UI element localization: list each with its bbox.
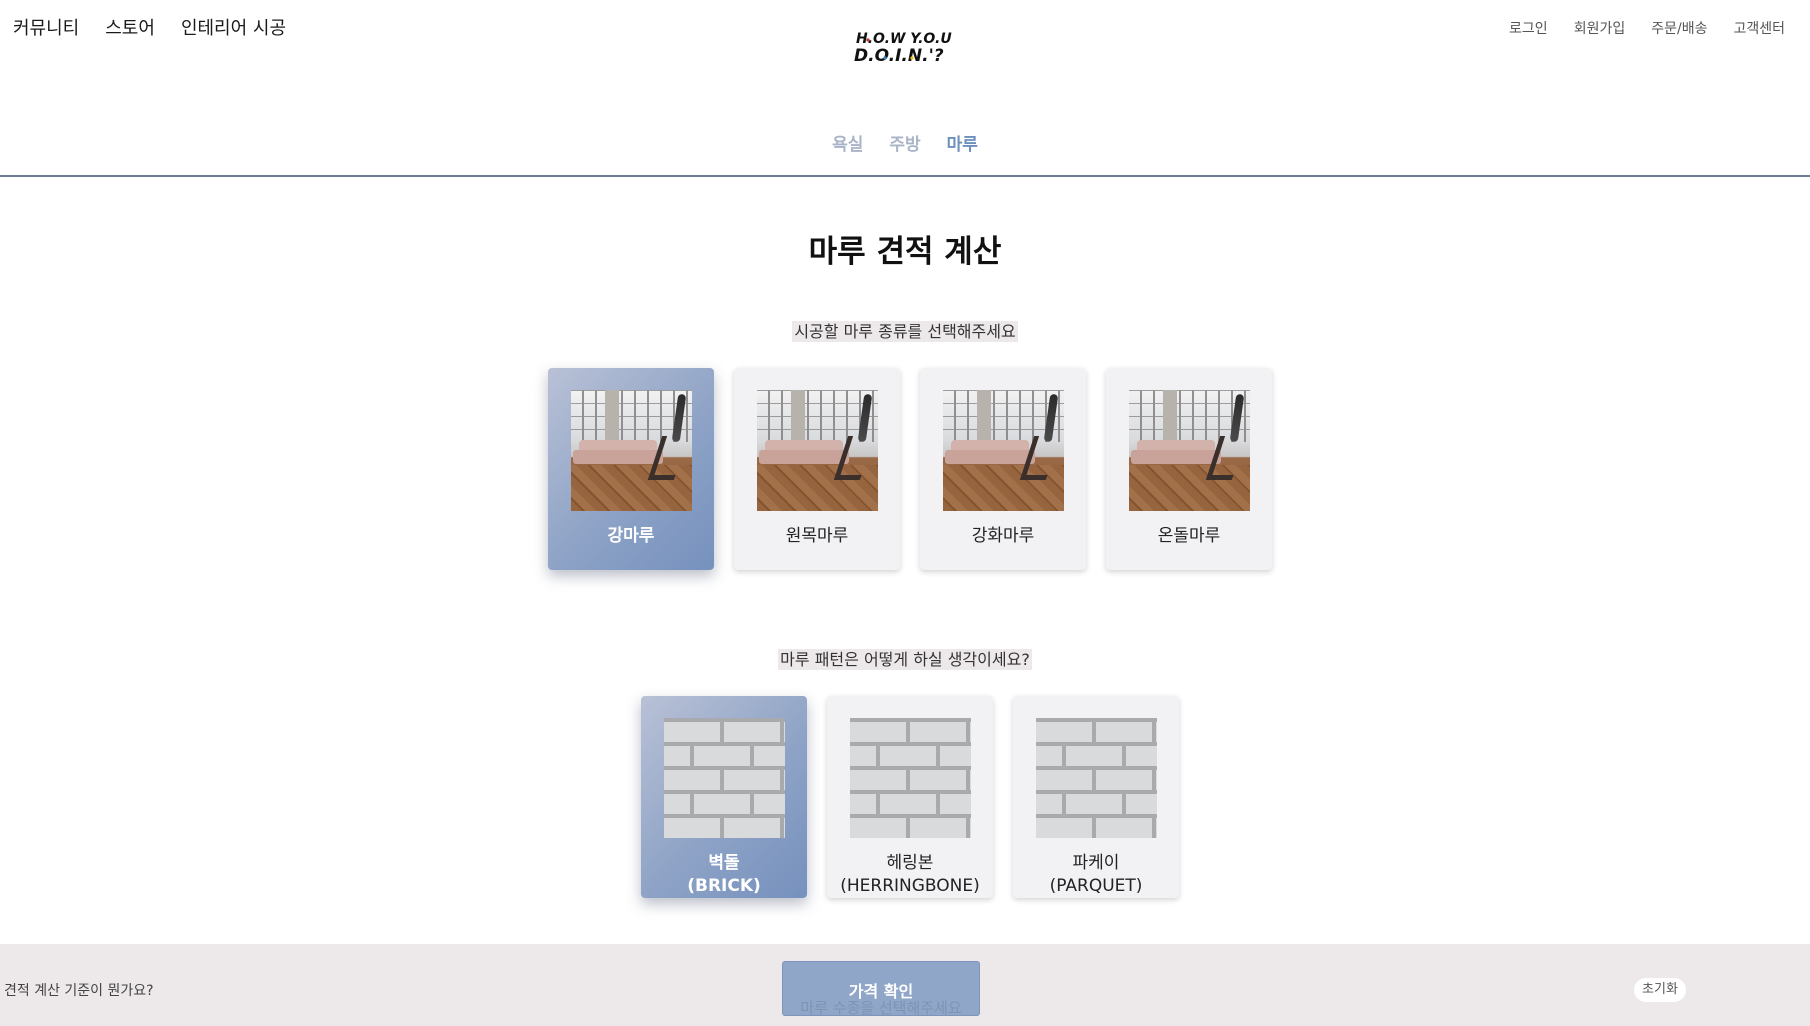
- floor-type-image: [756, 390, 878, 511]
- pattern-image: [1035, 718, 1157, 838]
- pattern-label: 파케이 (PARQUET): [1049, 853, 1143, 896]
- pattern-label: 헤링본 (HERRINGBONE): [840, 853, 980, 896]
- pattern-options: 벽돌 (BRICK) 헤링본 (HERRINGBONE) 파케이 (PARQUE…: [0, 696, 1810, 898]
- nav-interior-service[interactable]: 인테리어 시공: [181, 14, 286, 40]
- logo[interactable]: H.O.W Y.O.U D.O.I.N.'?: [852, 28, 956, 68]
- floor-type-option[interactable]: 강마루: [548, 368, 714, 570]
- reset-button[interactable]: 초기화: [1634, 978, 1686, 1002]
- main-nav: 커뮤니티 스토어 인테리어 시공: [13, 14, 286, 40]
- pattern-label: 벽돌 (BRICK): [687, 853, 761, 896]
- tab-floor[interactable]: 마루: [947, 130, 978, 155]
- floor-type-option[interactable]: 원목마루: [734, 368, 900, 570]
- login-link[interactable]: 로그인: [1509, 18, 1548, 38]
- floor-type-options: 강마루 원목마루 강화마루 온돌마루: [0, 368, 1810, 570]
- category-tabs: 욕실 주방 마루: [0, 130, 1810, 155]
- tabs-divider: [0, 175, 1810, 177]
- signup-link[interactable]: 회원가입: [1574, 18, 1626, 38]
- price-helper-text: 마루 수종을 선택해주세요: [800, 999, 962, 1017]
- floor-type-image: [570, 390, 692, 511]
- floor-type-label: 원목마루: [785, 526, 849, 546]
- tab-kitchen[interactable]: 주방: [889, 130, 920, 155]
- floor-type-option[interactable]: 온돌마루: [1106, 368, 1272, 570]
- svg-text:H.O.W Y.O.U: H.O.W Y.O.U: [856, 31, 952, 47]
- orders-link[interactable]: 주문/배송: [1651, 18, 1707, 38]
- pattern-question: 마루 패턴은 어떻게 하실 생각이세요?: [778, 649, 1032, 670]
- estimate-criteria-link[interactable]: 견적 계산 기준이 뭔가요?: [4, 980, 154, 1000]
- floor-type-option[interactable]: 강화마루: [920, 368, 1086, 570]
- page-title: 마루 견적 계산: [808, 234, 1002, 270]
- pattern-option[interactable]: 파케이 (PARQUET): [1013, 696, 1179, 898]
- floor-type-question: 시공할 마루 종류를 선택해주세요: [792, 321, 1018, 342]
- tab-bathroom[interactable]: 욕실: [832, 130, 863, 155]
- svg-text:D.O.I.N.'?: D.O.I.N.'?: [854, 46, 944, 66]
- floor-type-label: 강화마루: [971, 526, 1035, 546]
- floor-type-image: [942, 390, 1064, 511]
- floor-type-label: 강마루: [607, 526, 655, 546]
- pattern-image: [849, 718, 971, 838]
- customer-center-link[interactable]: 고객센터: [1733, 18, 1785, 38]
- pattern-option[interactable]: 헤링본 (HERRINGBONE): [827, 696, 993, 898]
- floor-type-image: [1128, 390, 1250, 511]
- site-header: 커뮤니티 스토어 인테리어 시공 H.O.W Y.O.U D.O.I.N.'? …: [0, 0, 1810, 100]
- floor-type-label: 온돌마루: [1157, 526, 1221, 546]
- utility-nav: 로그인 회원가입 주문/배송 고객센터: [1509, 18, 1785, 38]
- pattern-option[interactable]: 벽돌 (BRICK): [641, 696, 807, 898]
- nav-community[interactable]: 커뮤니티: [13, 14, 79, 40]
- pattern-image: [663, 718, 785, 838]
- nav-store[interactable]: 스토어: [105, 14, 155, 40]
